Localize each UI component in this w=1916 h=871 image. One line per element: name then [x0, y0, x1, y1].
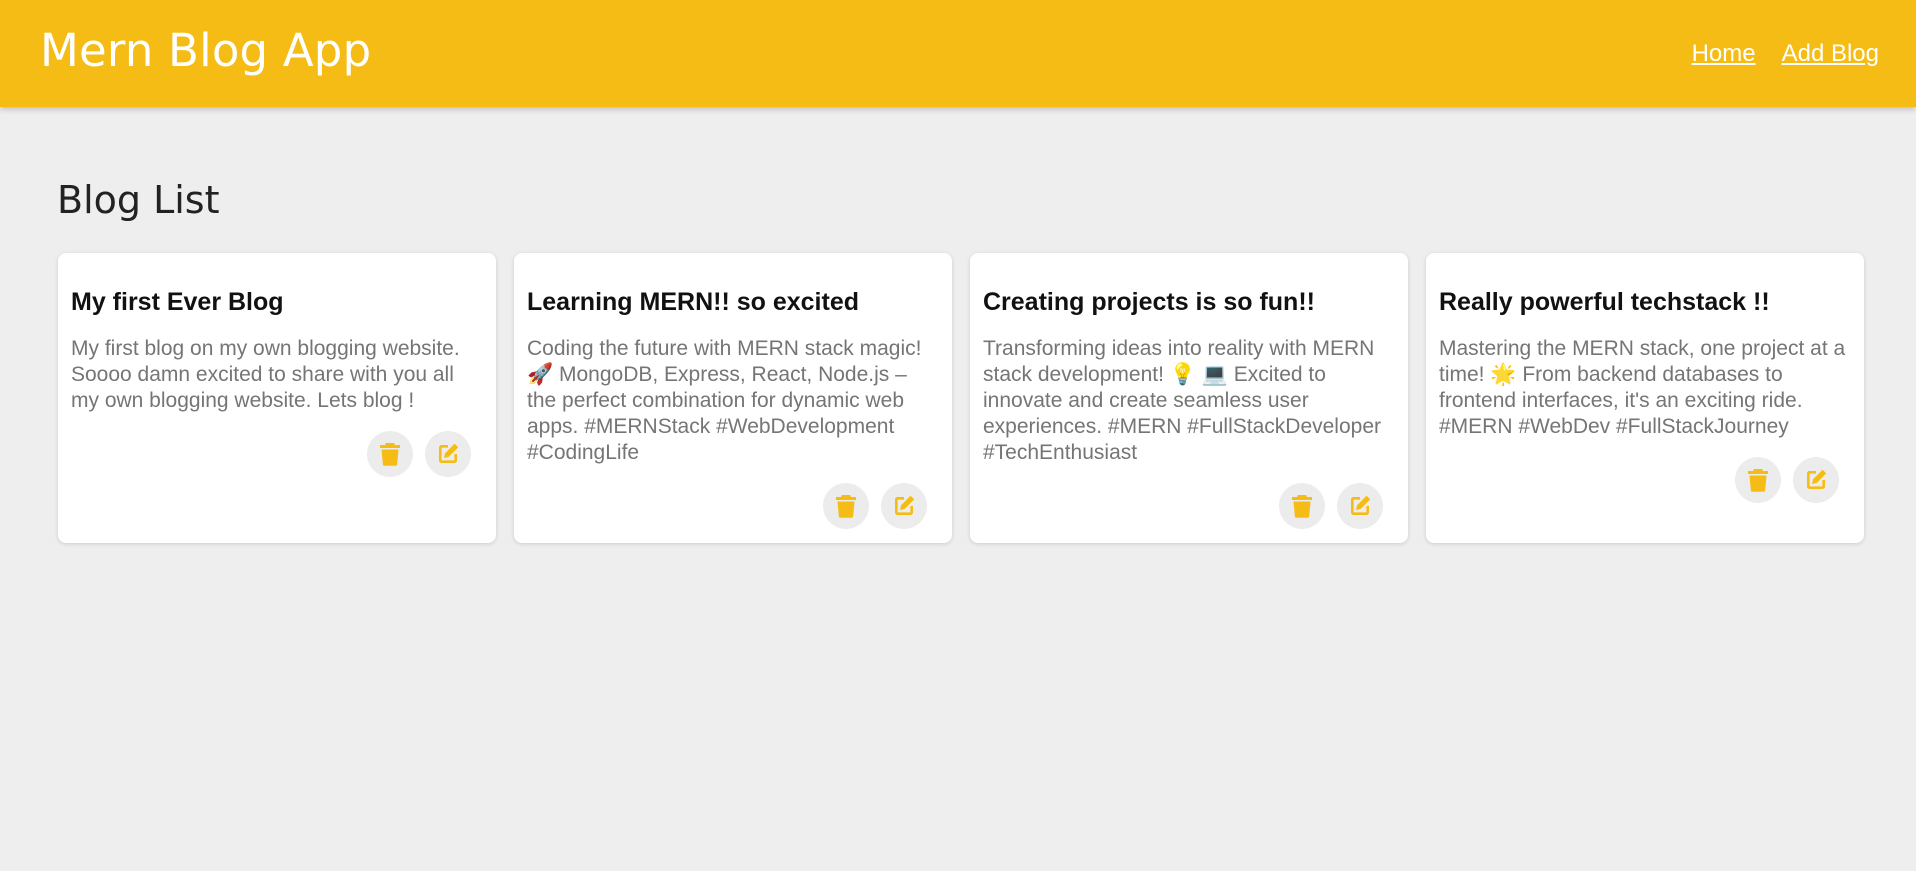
blog-card-body: Transforming ideas into reality with MER… [983, 337, 1382, 464]
blog-card-actions [983, 483, 1395, 529]
blog-card-title: My first Ever Blog [71, 288, 284, 316]
app-title: Mern Blog App [40, 24, 372, 77]
nav-link-home[interactable]: Home [1692, 40, 1756, 68]
delete-icon [835, 494, 857, 518]
blog-card: My first Ever Blog My first blog on my o… [58, 253, 496, 543]
blog-card-body: Mastering the MERN stack, one project at… [1439, 337, 1846, 438]
blog-card-body: My first blog on my own blogging website… [71, 337, 460, 412]
delete-button[interactable] [1735, 457, 1781, 503]
edit-button[interactable] [1337, 483, 1383, 529]
blog-card-actions [1439, 457, 1851, 503]
app-bar: Mern Blog App Home Add Blog [0, 0, 1916, 107]
delete-button[interactable] [1279, 483, 1325, 529]
blog-card: Learning MERN!! so excited Coding the fu… [514, 253, 952, 543]
blog-grid: My first Ever Blog My first blog on my o… [58, 253, 1864, 543]
edit-button[interactable] [1793, 457, 1839, 503]
edit-icon [1348, 494, 1372, 518]
edit-icon [436, 442, 460, 466]
edit-icon [1804, 468, 1828, 492]
delete-icon [1747, 468, 1769, 492]
page-title: Blog List [57, 178, 220, 222]
blog-card-title: Really powerful techstack !! [1439, 288, 1770, 316]
delete-button[interactable] [823, 483, 869, 529]
blog-card: Creating projects is so fun!! Transformi… [970, 253, 1408, 543]
blog-card-actions [71, 431, 483, 477]
blog-card: Really powerful techstack !! Mastering t… [1426, 253, 1864, 543]
delete-icon [379, 442, 401, 466]
delete-button[interactable] [367, 431, 413, 477]
blog-card-title: Creating projects is so fun!! [983, 288, 1315, 316]
blog-card-title: Learning MERN!! so excited [527, 288, 859, 316]
edit-icon [892, 494, 916, 518]
delete-icon [1291, 494, 1313, 518]
blog-card-actions [527, 483, 939, 529]
edit-button[interactable] [425, 431, 471, 477]
nav-link-add-blog[interactable]: Add Blog [1782, 40, 1879, 68]
top-nav: Home Add Blog [1692, 40, 1879, 68]
blog-card-body: Coding the future with MERN stack magic!… [527, 337, 922, 464]
edit-button[interactable] [881, 483, 927, 529]
